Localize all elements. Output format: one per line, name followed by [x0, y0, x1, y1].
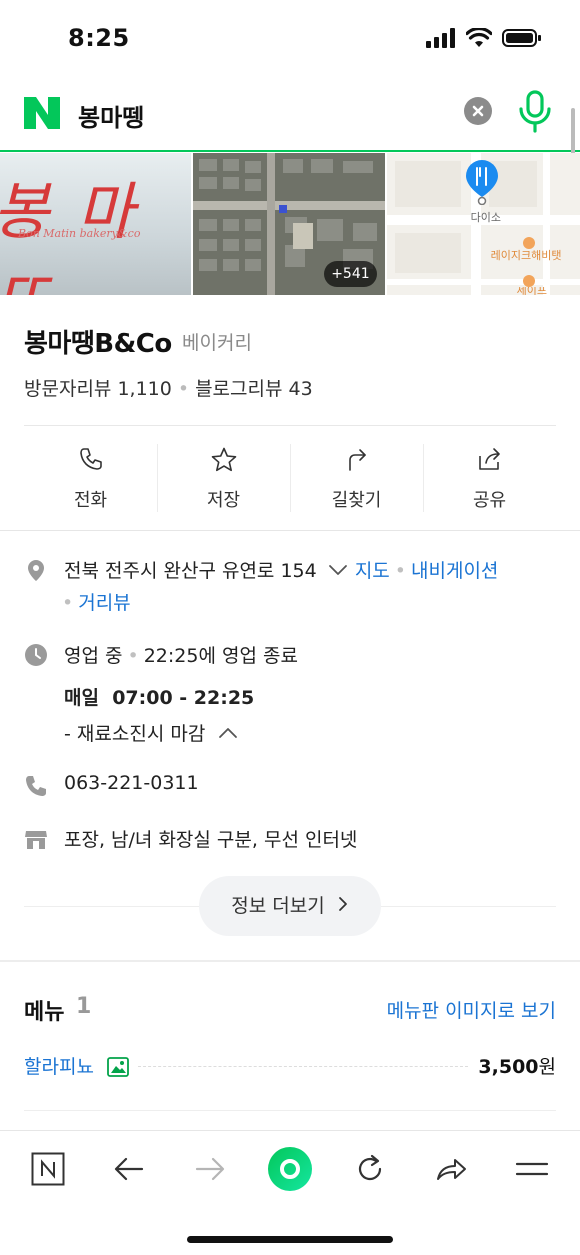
signal-icon — [426, 28, 455, 48]
share-label: 공유 — [472, 490, 507, 511]
blog-reviews-link[interactable]: 블로그리뷰 43 — [195, 378, 313, 400]
menu-item-name[interactable]: 할라피뇨 — [24, 1052, 94, 1079]
directions-icon — [348, 449, 366, 471]
location-pin-icon — [28, 560, 44, 581]
section-divider — [0, 530, 580, 531]
map-label-lazy: 레이지크해비탯 — [490, 249, 562, 262]
wifi-icon — [466, 28, 492, 47]
store-icon — [25, 831, 47, 849]
open-status: 영업 중 — [64, 645, 123, 667]
phone-icon — [79, 448, 102, 470]
hours-note: - 재료소진시 마감 — [64, 723, 206, 745]
action-bar: 전화 저장 길찾기 공유 — [24, 426, 556, 530]
map-thumbnail[interactable]: 다이소 레이지크해비탯 세이프 — [386, 153, 580, 295]
arrow-left-icon — [114, 1157, 144, 1181]
map-pin-icon — [465, 160, 498, 205]
visitor-reviews-link[interactable]: 방문자리뷰 1,110 — [24, 378, 172, 400]
clear-search-button[interactable] — [464, 97, 492, 125]
chevron-right-icon — [338, 897, 347, 911]
green-dot-button[interactable] — [262, 1139, 318, 1199]
street-view-link[interactable]: 거리뷰 — [78, 592, 130, 614]
clock-icon — [25, 644, 47, 666]
address-text[interactable]: 전북 전주시 완산구 유연로 154 — [64, 560, 317, 582]
menu-item-price: 3,500원 — [478, 1052, 556, 1079]
menu-price-value: 3,500 — [478, 1056, 539, 1078]
close-icon — [472, 105, 484, 117]
back-button[interactable] — [101, 1145, 157, 1193]
divider — [381, 906, 556, 907]
green-dot-icon — [268, 1147, 312, 1191]
menu-count: 1 — [76, 994, 92, 1019]
storefront-photo[interactable]: 봉 마 뜨 Bon Matin bakery&co — [0, 153, 192, 295]
photo-strip: 봉 마 뜨 Bon Matin bakery&co +541 — [0, 153, 580, 295]
menu-title: 메뉴 — [24, 1000, 65, 1025]
place-category: 베이커리 — [182, 332, 252, 354]
hamburger-menu-icon — [515, 1162, 549, 1176]
search-query[interactable]: 봉마뗑 — [78, 98, 144, 133]
more-info-button[interactable]: 정보 더보기 — [199, 876, 381, 936]
battery-icon — [502, 29, 541, 47]
amenities-row: 포장, 남/녀 화장실 구분, 무선 인터넷 — [24, 825, 556, 855]
home-indicator[interactable] — [187, 1236, 393, 1243]
review-summary: 방문자리뷰 1,110 • 블로그리뷰 43 — [24, 378, 313, 400]
phone-number[interactable]: 063-221-0311 — [64, 772, 199, 794]
directions-label: 길찾기 — [331, 490, 382, 511]
divider — [24, 906, 199, 907]
address-row: 전북 전주시 완산구 유연로 154 지도 • 내비게이션 • 거리뷰 — [24, 556, 556, 616]
navigation-link[interactable]: 내비게이션 — [411, 560, 498, 582]
hours-row: 영업 중 • 22:25에 영업 종료 매일 07:00 - 22:25 - 재료소… — [24, 641, 556, 751]
menu-image-link[interactable]: 메뉴판 이미지로 보기 — [387, 996, 556, 1023]
more-photos-badge[interactable]: +541 — [324, 261, 377, 287]
naver-logo-icon[interactable] — [22, 93, 62, 133]
microphone-icon[interactable] — [516, 90, 554, 134]
phone-icon — [26, 776, 46, 796]
share-button[interactable]: 공유 — [423, 426, 556, 530]
forward-button[interactable] — [182, 1145, 238, 1193]
hours-days: 매일 — [64, 687, 99, 709]
naver-n-icon — [31, 1152, 65, 1186]
share-arrow-icon — [437, 1159, 466, 1180]
closing-time: 22:25에 영업 종료 — [143, 645, 298, 667]
place-name: 봉마땡B&Co — [24, 329, 172, 359]
map-label-safe: 세이프 — [516, 287, 548, 295]
status-icons — [426, 28, 542, 48]
call-label: 전화 — [73, 490, 108, 511]
chevron-down-icon[interactable] — [327, 563, 349, 577]
arrow-right-icon — [195, 1157, 225, 1181]
share-button[interactable] — [423, 1145, 479, 1193]
menu-button[interactable] — [504, 1145, 560, 1193]
naver-home-button[interactable] — [20, 1145, 76, 1193]
sign-subtext: Bon Matin bakery&co — [18, 227, 141, 240]
image-icon[interactable] — [106, 1055, 130, 1079]
save-button[interactable]: 저장 — [157, 426, 290, 530]
search-bar: 봉마뗑 — [0, 78, 580, 152]
call-button[interactable]: 전화 — [24, 426, 157, 530]
hours-range: 07:00 - 22:25 — [112, 687, 255, 709]
refresh-icon — [358, 1154, 382, 1181]
amenities-text: 포장, 남/녀 화장실 구분, 무선 인터넷 — [64, 829, 358, 851]
star-icon — [211, 447, 236, 472]
chevron-up-icon[interactable] — [217, 726, 239, 740]
directions-button[interactable]: 길찾기 — [290, 426, 423, 530]
menu-leader — [138, 1066, 468, 1067]
section-divider — [0, 960, 580, 962]
divider — [24, 1110, 556, 1111]
refresh-button[interactable] — [342, 1145, 398, 1193]
menu-price-unit: 원 — [538, 1056, 556, 1078]
share-icon — [478, 448, 500, 470]
map-link[interactable]: 지도 — [355, 560, 390, 582]
status-time: 8:25 — [68, 24, 130, 52]
save-label: 저장 — [206, 490, 241, 511]
aerial-photo[interactable]: +541 — [193, 153, 385, 295]
more-info-label: 정보 더보기 — [231, 895, 325, 917]
status-bar: 8:25 — [0, 0, 580, 78]
phone-row: 063-221-0311 — [24, 772, 556, 802]
map-label-daiso: 다이소 — [470, 211, 502, 224]
